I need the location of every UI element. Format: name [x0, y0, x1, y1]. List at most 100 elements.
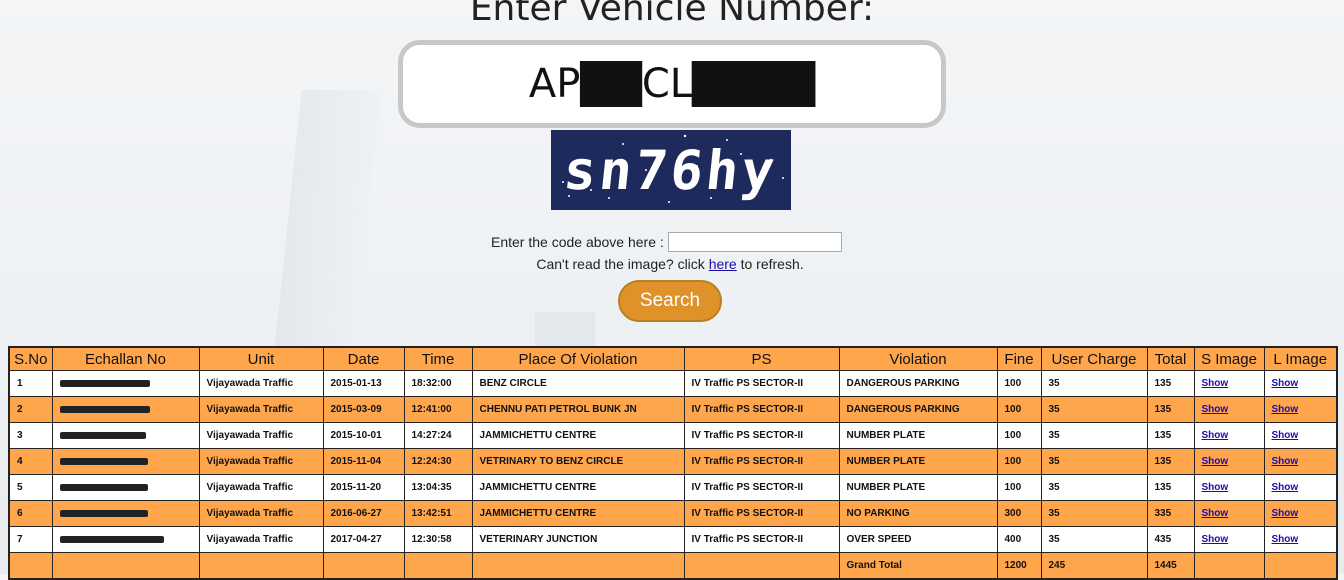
cell-date: 2015-01-13 — [322, 370, 405, 397]
captcha-code-row: Enter the code above here : — [491, 232, 842, 252]
table-row: 6 Vijayawada Traffic 2016-06-27 13:42:51 JAM… — [8, 500, 1338, 527]
col-header-user-charge: User Charge — [1040, 346, 1148, 371]
cell-total: 435 — [1146, 526, 1195, 553]
cell-ps: IV Traffic PS SECTOR-II — [683, 422, 840, 449]
captcha-code-label: Enter the code above here : — [491, 234, 664, 250]
cell-time: 18:32:00 — [403, 370, 473, 397]
l-image-link[interactable]: Show — [1272, 404, 1299, 415]
col-header-echallan: Echallan No — [51, 346, 200, 371]
cell-echallan — [51, 448, 200, 475]
l-image-link[interactable]: Show — [1272, 482, 1299, 493]
l-image-link[interactable]: Show — [1272, 430, 1299, 441]
cell-user-charge: 35 — [1040, 422, 1148, 449]
cell-sno: 6 — [8, 500, 53, 527]
cell-violation: DANGEROUS PARKING — [838, 370, 998, 397]
cell-echallan — [51, 396, 200, 423]
refresh-prefix: Can't read the image? click — [536, 256, 705, 272]
cell-sno: 1 — [8, 370, 53, 397]
cell-fine: 100 — [996, 422, 1042, 449]
cell-sno: 7 — [8, 526, 53, 553]
s-image-link[interactable]: Show — [1202, 456, 1229, 467]
cell-unit: Vijayawada Traffic — [198, 422, 324, 449]
col-header-time: Time — [403, 346, 473, 371]
cell-violation: DANGEROUS PARKING — [838, 396, 998, 423]
grand-total-fine: 1200 — [996, 552, 1042, 580]
cell-echallan — [51, 422, 200, 449]
l-image-cell: Show — [1263, 370, 1338, 397]
col-header-violation: Violation — [838, 346, 998, 371]
cell-ps: IV Traffic PS SECTOR-II — [683, 500, 840, 527]
cell-ps: IV Traffic PS SECTOR-II — [683, 396, 840, 423]
cell-time: 12:24:30 — [403, 448, 473, 475]
captcha-refresh-row: Can't read the image? click here to refr… — [0, 256, 1340, 272]
search-button[interactable]: Search — [618, 280, 722, 322]
cell-total: 135 — [1146, 396, 1195, 423]
cell-place: VETRINARY TO BENZ CIRCLE — [471, 448, 685, 475]
l-image-cell: Show — [1263, 448, 1338, 475]
cell-sno: 3 — [8, 422, 53, 449]
cell-time: 13:04:35 — [403, 474, 473, 501]
grand-total-empty-cell — [1263, 552, 1338, 580]
vehicle-number-field-container — [398, 40, 946, 128]
table-header-row: S.No Echallan No Unit Date Time Place Of… — [8, 346, 1338, 371]
cell-user-charge: 35 — [1040, 370, 1148, 397]
cell-fine: 100 — [996, 448, 1042, 475]
grand-total-empty-cell — [51, 552, 200, 580]
redacted-echallan-number — [59, 405, 150, 413]
s-image-link[interactable]: Show — [1202, 404, 1229, 415]
l-image-link[interactable]: Show — [1272, 508, 1299, 519]
cell-place: JAMMICHETTU CENTRE — [471, 422, 685, 449]
s-image-link[interactable]: Show — [1202, 508, 1229, 519]
cell-user-charge: 35 — [1040, 474, 1148, 501]
s-image-cell: Show — [1193, 422, 1265, 449]
cell-time: 13:42:51 — [403, 500, 473, 527]
col-header-total: Total — [1146, 346, 1195, 371]
cell-echallan — [51, 526, 200, 553]
s-image-cell: Show — [1193, 370, 1265, 397]
cell-user-charge: 35 — [1040, 526, 1148, 553]
redacted-echallan-number — [59, 457, 148, 465]
cell-date: 2016-06-27 — [322, 500, 405, 527]
cell-sno: 2 — [8, 396, 53, 423]
cell-violation: NUMBER PLATE — [838, 448, 998, 475]
cell-date: 2015-03-09 — [322, 396, 405, 423]
redacted-echallan-number — [59, 535, 164, 543]
cell-echallan — [51, 474, 200, 501]
cell-user-charge: 35 — [1040, 396, 1148, 423]
cell-place: JAMMICHETTU CENTRE — [471, 474, 685, 501]
cell-place: VETERINARY JUNCTION — [471, 526, 685, 553]
s-image-link[interactable]: Show — [1202, 534, 1229, 545]
cell-echallan — [51, 500, 200, 527]
cell-sno: 5 — [8, 474, 53, 501]
cell-date: 2015-10-01 — [322, 422, 405, 449]
redacted-echallan-number — [59, 509, 148, 517]
cell-violation: NUMBER PLATE — [838, 422, 998, 449]
cell-place: CHENNU PATI PETROL BUNK JN — [471, 396, 685, 423]
s-image-link[interactable]: Show — [1202, 430, 1229, 441]
vehicle-number-input[interactable] — [420, 60, 924, 108]
grand-total-user-charge: 245 — [1040, 552, 1148, 580]
grand-total-amount: 1445 — [1146, 552, 1195, 580]
table-row: 3 Vijayawada Traffic 2015-10-01 14:27:24 JAM… — [8, 422, 1338, 449]
cell-user-charge: 35 — [1040, 448, 1148, 475]
refresh-link[interactable]: here — [709, 256, 737, 272]
grand-total-row: Grand Total 1200 245 1445 — [8, 552, 1338, 580]
grand-total-label: Grand Total — [838, 552, 998, 580]
cell-unit: Vijayawada Traffic — [198, 526, 324, 553]
cell-date: 2015-11-20 — [322, 474, 405, 501]
redacted-echallan-number — [59, 431, 146, 439]
refresh-suffix: to refresh. — [740, 256, 804, 272]
s-image-link[interactable]: Show — [1202, 378, 1229, 389]
cell-unit: Vijayawada Traffic — [198, 396, 324, 423]
grand-total-empty-cell — [1193, 552, 1265, 580]
cell-user-charge: 35 — [1040, 500, 1148, 527]
col-header-sno: S.No — [8, 346, 53, 371]
cell-time: 12:41:00 — [403, 396, 473, 423]
s-image-link[interactable]: Show — [1202, 482, 1229, 493]
l-image-link[interactable]: Show — [1272, 456, 1299, 467]
l-image-link[interactable]: Show — [1272, 378, 1299, 389]
cell-unit: Vijayawada Traffic — [198, 370, 324, 397]
captcha-code-input[interactable] — [667, 232, 842, 252]
cell-ps: IV Traffic PS SECTOR-II — [683, 526, 840, 553]
l-image-link[interactable]: Show — [1272, 534, 1299, 545]
